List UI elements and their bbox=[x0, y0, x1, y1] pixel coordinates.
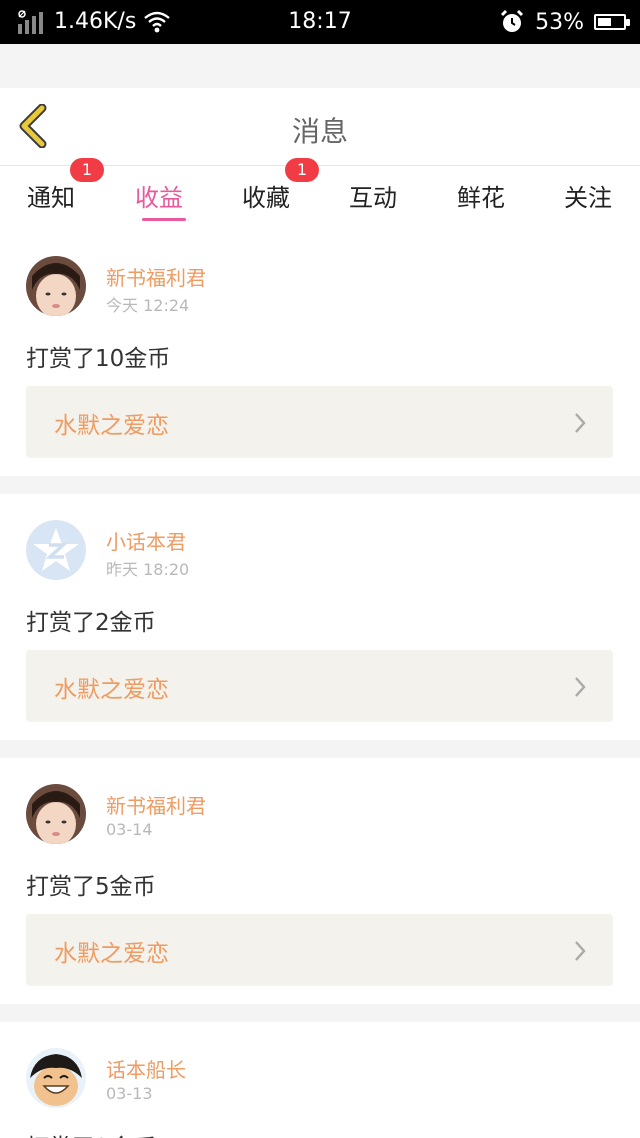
message-time: 今天 12:24 bbox=[106, 296, 190, 315]
message-time: 昨天 18:20 bbox=[106, 560, 190, 579]
girl-avatar-icon bbox=[26, 784, 86, 844]
avatar[interactable] bbox=[26, 1048, 86, 1108]
book-link[interactable]: 水默之爱恋 bbox=[26, 386, 613, 458]
tab-interactions[interactable]: 互动 bbox=[333, 178, 413, 213]
message-action: 打赏了10金币 bbox=[26, 346, 171, 372]
favorites-badge: 1 bbox=[285, 158, 319, 182]
sender-name[interactable]: 新书福利君 bbox=[106, 262, 206, 291]
book-link[interactable]: 水默之爱恋 bbox=[26, 914, 613, 986]
chevron-right-icon bbox=[575, 941, 586, 961]
battery-icon bbox=[594, 14, 630, 30]
message-time: 03-13 bbox=[106, 1084, 153, 1103]
tab-follows[interactable]: 关注 bbox=[548, 178, 628, 213]
avatar[interactable] bbox=[26, 520, 86, 580]
book-title: 水默之爱恋 bbox=[54, 941, 169, 967]
chevron-right-icon bbox=[575, 677, 586, 697]
tab-favorites[interactable]: 收藏 bbox=[226, 178, 306, 213]
message-card: 新书福利君 03-14 打赏了5金币 水默之爱恋 bbox=[0, 758, 640, 1004]
message-time: 03-14 bbox=[106, 820, 153, 839]
status-bar: 1.46K/s 18:17 53% bbox=[0, 0, 640, 44]
chevron-right-icon bbox=[575, 413, 586, 433]
status-right: 53% bbox=[499, 8, 630, 36]
page-title: 消息 bbox=[291, 115, 348, 148]
message-action: 打赏了2金币 bbox=[26, 610, 156, 636]
cartoon-avatar-icon bbox=[26, 1048, 86, 1108]
battery-percent: 53% bbox=[535, 9, 584, 35]
z-logo-avatar-icon bbox=[26, 520, 86, 580]
avatar[interactable] bbox=[26, 784, 86, 844]
message-card: 小话本君 昨天 18:20 打赏了2金币 水默之爱恋 bbox=[0, 494, 640, 740]
message-card: 新书福利君 今天 12:24 打赏了10金币 水默之爱恋 bbox=[0, 228, 640, 476]
tab-earnings[interactable]: 收益 bbox=[119, 178, 199, 213]
book-title: 水默之爱恋 bbox=[54, 413, 169, 439]
header-bar: 消息 bbox=[0, 88, 640, 166]
alarm-icon bbox=[501, 9, 524, 32]
tab-flowers[interactable]: 鲜花 bbox=[441, 178, 521, 213]
sender-name[interactable]: 小话本君 bbox=[106, 526, 186, 555]
notifications-badge: 1 bbox=[70, 158, 104, 182]
book-title: 水默之爱恋 bbox=[54, 677, 169, 703]
avatar[interactable] bbox=[26, 256, 86, 316]
active-tab-indicator bbox=[142, 218, 186, 221]
sender-name[interactable]: 新书福利君 bbox=[106, 790, 206, 819]
girl-avatar-icon bbox=[26, 256, 86, 316]
message-action: 打赏了5金币 bbox=[26, 874, 156, 900]
sender-name[interactable]: 话本船长 bbox=[106, 1054, 186, 1083]
message-card: 话本船长 03-13 打赏了2金币 bbox=[0, 1022, 640, 1138]
battery-fill bbox=[598, 18, 611, 26]
book-link[interactable]: 水默之爱恋 bbox=[26, 650, 613, 722]
tab-notifications[interactable]: 通知 bbox=[11, 178, 91, 213]
message-action: 打赏了2金币 bbox=[26, 1128, 156, 1138]
